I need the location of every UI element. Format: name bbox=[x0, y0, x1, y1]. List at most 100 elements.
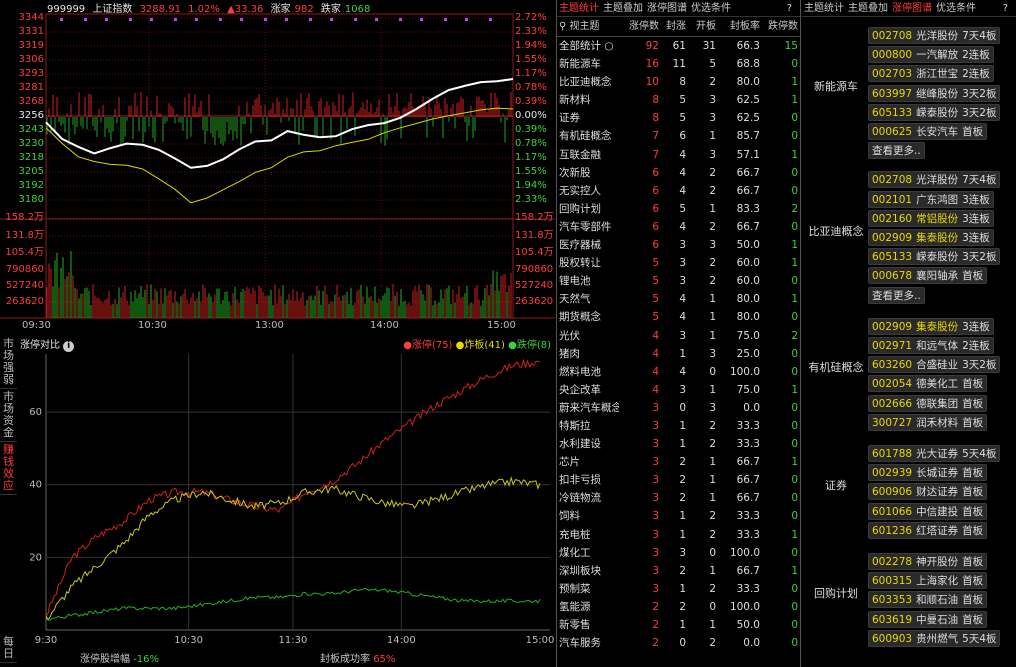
stock-chip[interactable]: 600903 贵州燃气 5天4板 bbox=[868, 629, 1001, 647]
stock-chip[interactable]: 002160 常铝股份 3连板 bbox=[868, 209, 994, 227]
table-row[interactable]: 汽车服务 2 0 2 0.0 0 bbox=[557, 634, 800, 652]
stock-chip[interactable]: 000625 长安汽车 首板 bbox=[868, 123, 988, 140]
table-row[interactable]: 有机硅概念 7 6 1 85.7 0 bbox=[557, 127, 800, 145]
col-sealed[interactable]: 封涨 bbox=[659, 17, 686, 36]
table-row[interactable]: 饲料 3 1 2 33.3 0 bbox=[557, 507, 800, 525]
stock-chip[interactable]: 300727 润禾材料 首板 bbox=[868, 413, 988, 431]
stock-chip[interactable]: 002703 浙江世宝 2连板 bbox=[868, 65, 994, 83]
stock-board: 3天2板 bbox=[962, 106, 997, 119]
table-row[interactable]: 新零售 2 1 1 50.0 0 bbox=[557, 616, 800, 634]
stock-chip[interactable]: 002909 集泰股份 3连板 bbox=[868, 317, 994, 335]
table-row[interactable]: 央企改革 4 3 1 75.0 1 bbox=[557, 381, 800, 399]
table-row[interactable]: 天然气 5 4 1 80.0 1 bbox=[557, 290, 800, 308]
table-row[interactable]: 芯片 3 2 1 66.7 1 bbox=[557, 453, 800, 471]
stock-name: 中曼石油 bbox=[916, 613, 959, 626]
compare-chart-svg[interactable]: 60 40 20 9:30 10:30 11:30 14:00 15:00 bbox=[20, 350, 555, 650]
stock-chip[interactable]: 002666 德联集团 首板 bbox=[868, 394, 988, 412]
table-row[interactable]: 水利建设 3 1 2 33.3 0 bbox=[557, 435, 800, 453]
table-row[interactable]: 全部统计 ○ 92 61 31 66.3 15 bbox=[557, 37, 800, 55]
stock-chip[interactable]: 002708 光洋股份 7天4板 bbox=[868, 171, 1001, 189]
table-row[interactable]: 特斯拉 3 1 2 33.3 0 bbox=[557, 417, 800, 435]
table-row[interactable]: 光伏 4 3 1 75.0 2 bbox=[557, 327, 800, 345]
table-row[interactable]: 猪肉 4 1 3 25.0 0 bbox=[557, 345, 800, 363]
help-icon-r[interactable]: ? bbox=[1003, 0, 1008, 17]
table-row[interactable]: 医疗器械 6 3 3 50.0 1 bbox=[557, 236, 800, 254]
table-row[interactable]: 充电桩 3 1 2 33.3 1 bbox=[557, 526, 800, 544]
stock-chip[interactable]: 600906 财达证券 首板 bbox=[868, 483, 988, 501]
table-row[interactable]: 期货概念 5 4 1 80.0 0 bbox=[557, 308, 800, 326]
tab-limit-map-r[interactable]: 涨停图谱 bbox=[892, 3, 932, 14]
stock-chip[interactable]: 603353 和顺石油 首板 bbox=[868, 591, 988, 609]
table-cell: 3 bbox=[709, 401, 716, 414]
table-row[interactable]: 次新股 6 4 2 66.7 0 bbox=[557, 164, 800, 182]
tab-theme-stats-r[interactable]: 主题统计 bbox=[804, 3, 844, 14]
stock-chip[interactable]: 601066 中信建投 首板 bbox=[868, 502, 988, 520]
side-tab-market-funds[interactable]: 市场资金 bbox=[0, 389, 17, 442]
col-limit-down[interactable]: 跌停数 bbox=[760, 17, 798, 36]
side-tab-daily[interactable]: 每日 bbox=[0, 634, 17, 663]
stock-chip[interactable]: 600315 上海家化 首板 bbox=[868, 572, 988, 590]
stock-chip[interactable]: 601788 光大证券 5天4板 bbox=[868, 445, 1001, 462]
stock-name: 集泰股份 bbox=[916, 320, 959, 333]
stock-chip[interactable]: 000678 襄阳轴承 首板 bbox=[868, 267, 988, 285]
footer-right-label: 封板成功率 bbox=[320, 654, 370, 665]
view-more-button[interactable]: 查看更多.. bbox=[868, 286, 925, 304]
stock-chip[interactable]: 002278 神开股份 首板 bbox=[868, 553, 988, 570]
table-row[interactable]: 股权转让 5 3 2 60.0 1 bbox=[557, 254, 800, 272]
table-row[interactable]: 回购计划 6 5 1 83.3 2 bbox=[557, 200, 800, 218]
tab-filter[interactable]: 优选条件 bbox=[691, 3, 731, 14]
help-icon[interactable]: ? bbox=[787, 0, 792, 17]
stock-chip[interactable]: 605133 嵘泰股份 3天2板 bbox=[868, 103, 1001, 121]
view-more-button[interactable]: 查看更多.. bbox=[868, 142, 925, 160]
stock-chip[interactable]: 603260 合盛硅业 3天2板 bbox=[868, 356, 1001, 374]
table-cell: 3 bbox=[709, 347, 716, 360]
side-tab-market-strength[interactable]: 市场强弱 bbox=[0, 336, 17, 389]
table-row[interactable]: 证券 8 5 3 62.5 0 bbox=[557, 109, 800, 127]
table-row[interactable]: 新材料 8 5 3 62.5 1 bbox=[557, 91, 800, 109]
table-row[interactable]: 新能源车 16 11 5 68.8 0 bbox=[557, 55, 800, 73]
side-tab-profit-effect[interactable]: 赚钱效应 bbox=[0, 442, 17, 495]
tab-theme-overlay-r[interactable]: 主题叠加 bbox=[848, 3, 888, 14]
table-row[interactable]: 深圳板块 3 2 1 66.7 1 bbox=[557, 562, 800, 580]
tab-filter-r[interactable]: 优选条件 bbox=[936, 3, 976, 14]
stock-chip[interactable]: 002101 广东鸿图 3连板 bbox=[868, 190, 994, 208]
table-row[interactable]: 燃料电池 4 4 0 100.0 0 bbox=[557, 363, 800, 381]
mid-tab-bar: 主题统计 主题叠加 涨停图谱 优选条件? bbox=[557, 0, 800, 17]
stock-chip[interactable]: 002909 集泰股份 3连板 bbox=[868, 228, 994, 246]
stock-chip[interactable]: 603997 继峰股份 3天2板 bbox=[868, 84, 1001, 102]
tab-theme-overlay[interactable]: 主题叠加 bbox=[603, 3, 643, 14]
table-cell: 1 bbox=[679, 582, 686, 595]
index-chart-svg[interactable] bbox=[0, 0, 555, 336]
table-row[interactable]: 无实控人 6 4 2 66.7 0 bbox=[557, 182, 800, 200]
stock-board: 首板 bbox=[962, 486, 984, 499]
col-limit-up[interactable]: 涨停数 bbox=[619, 17, 659, 36]
table-cell: 锂电池 bbox=[559, 275, 591, 288]
stock-chip[interactable]: 002708 光洋股份 7天4板 bbox=[868, 27, 1001, 44]
stock-chip[interactable]: 603619 中曼石油 首板 bbox=[868, 610, 988, 628]
col-theme[interactable]: ⚲ 视主题 bbox=[557, 17, 619, 36]
table-row[interactable]: 汽车零部件 6 4 2 66.7 0 bbox=[557, 218, 800, 236]
table-row[interactable]: 比亚迪概念 10 8 2 80.0 1 bbox=[557, 73, 800, 91]
table-row[interactable]: 扣非亏损 3 2 1 66.7 0 bbox=[557, 471, 800, 489]
table-cell: 33.3 bbox=[736, 510, 760, 523]
table-row[interactable]: 锂电池 5 3 2 60.0 0 bbox=[557, 272, 800, 290]
table-row[interactable]: 冷链物流 3 2 1 66.7 0 bbox=[557, 489, 800, 507]
table-row[interactable]: 互联金融 7 4 3 57.1 1 bbox=[557, 146, 800, 164]
table-cell: 66.7 bbox=[736, 474, 760, 487]
table-row[interactable]: 预制菜 3 1 2 33.3 0 bbox=[557, 580, 800, 598]
col-seal-rate[interactable]: 封板率 bbox=[716, 17, 760, 36]
col-opened[interactable]: 开板 bbox=[686, 17, 716, 36]
stock-chip[interactable]: 605133 嵘泰股份 3天2板 bbox=[868, 248, 1001, 266]
table-row[interactable]: 氢能源 2 2 0 100.0 0 bbox=[557, 598, 800, 616]
table-cell: 芯片 bbox=[559, 456, 580, 469]
tab-limit-map[interactable]: 涨停图谱 bbox=[647, 3, 687, 14]
stock-chip[interactable]: 601236 红塔证券 首板 bbox=[868, 521, 988, 539]
stock-chip[interactable]: 000800 一汽解放 2连板 bbox=[868, 46, 994, 64]
stock-chip[interactable]: 002971 和远气体 2连板 bbox=[868, 336, 994, 354]
stock-chip[interactable]: 002054 德美化工 首板 bbox=[868, 375, 988, 393]
table-row[interactable]: 煤化工 3 3 0 100.0 0 bbox=[557, 544, 800, 562]
table-row[interactable]: 蔚来汽车概念 3 0 3 0.0 0 bbox=[557, 399, 800, 417]
table-cell: 0 bbox=[791, 112, 798, 125]
stock-chip[interactable]: 002939 长城证券 首板 bbox=[868, 464, 988, 482]
tab-theme-stats[interactable]: 主题统计 bbox=[559, 3, 599, 14]
